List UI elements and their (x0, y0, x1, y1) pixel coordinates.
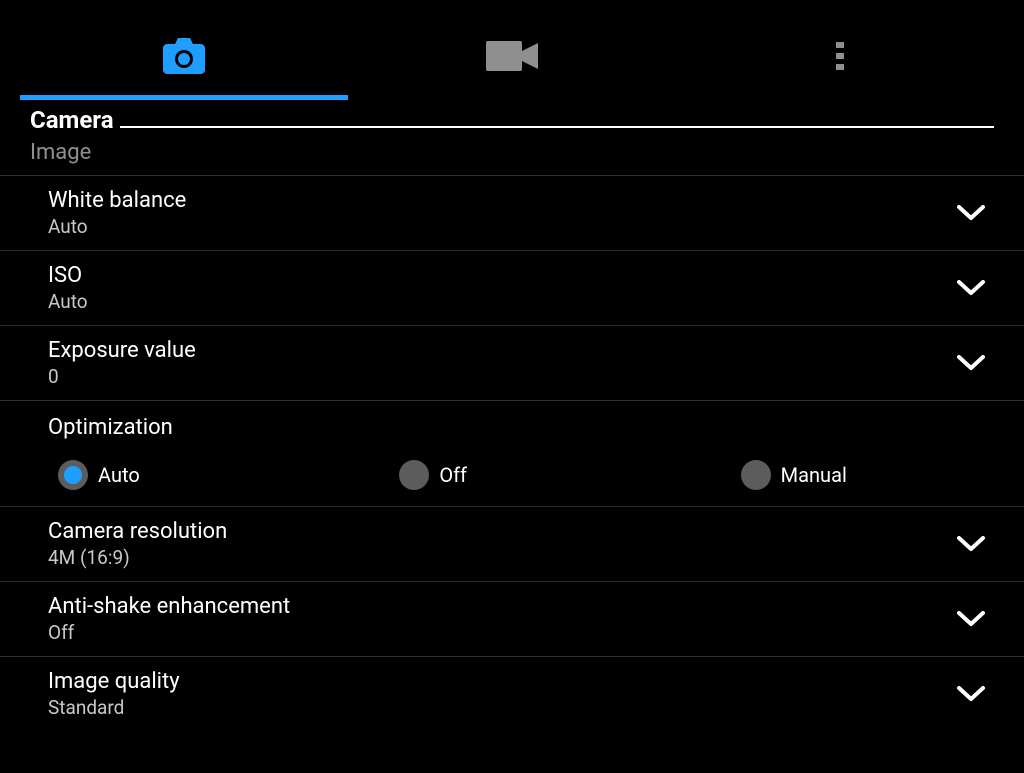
label: Exposure value (48, 338, 956, 363)
chevron-down-icon (956, 685, 986, 703)
optimization-radio-group: Auto Off Manual (0, 450, 1024, 507)
tab-photo[interactable] (20, 20, 348, 100)
chevron-down-icon (956, 610, 986, 628)
settings-list: White balance Auto ISO Auto Exposure val… (0, 175, 1024, 731)
radio-icon (399, 460, 429, 490)
chevron-down-icon (956, 204, 986, 222)
label: Camera resolution (48, 519, 956, 544)
chevron-down-icon (956, 354, 986, 372)
row-iso[interactable]: ISO Auto (0, 250, 1024, 325)
mode-tabs (20, 0, 1004, 100)
row-resolution[interactable]: Camera resolution 4M (16:9) (0, 507, 1024, 581)
camera-icon (163, 38, 205, 74)
tab-video[interactable] (348, 20, 676, 100)
label: ISO (48, 263, 956, 288)
radio-label: Manual (781, 463, 847, 487)
label: Image quality (48, 669, 956, 694)
value: 4M (16:9) (48, 546, 956, 569)
value: Off (48, 621, 956, 644)
label: White balance (48, 188, 956, 213)
value: Standard (48, 696, 956, 719)
row-antishake[interactable]: Anti-shake enhancement Off (0, 581, 1024, 656)
label: Anti-shake enhancement (48, 594, 956, 619)
subsection-title: Image (0, 134, 1024, 175)
section-title: Camera (30, 106, 114, 134)
section-header: Camera (0, 100, 1024, 134)
tab-more[interactable] (676, 20, 1004, 100)
value: Auto (48, 290, 956, 313)
radio-option-off[interactable]: Off (341, 460, 682, 490)
radio-label: Auto (98, 463, 140, 487)
row-exposure[interactable]: Exposure value 0 (0, 325, 1024, 400)
row-image-quality[interactable]: Image quality Standard (0, 656, 1024, 731)
value: Auto (48, 215, 956, 238)
chevron-down-icon (956, 535, 986, 553)
video-icon (486, 41, 538, 71)
radio-label: Off (439, 463, 467, 487)
chevron-down-icon (956, 279, 986, 297)
value: 0 (48, 365, 956, 388)
divider (120, 126, 994, 128)
more-icon (835, 41, 845, 71)
row-white-balance[interactable]: White balance Auto (0, 175, 1024, 250)
row-optimization: Optimization (0, 400, 1024, 450)
radio-option-auto[interactable]: Auto (0, 460, 341, 490)
radio-icon (741, 460, 771, 490)
radio-option-manual[interactable]: Manual (683, 460, 1024, 490)
label: Optimization (48, 415, 986, 440)
radio-icon (58, 460, 88, 490)
